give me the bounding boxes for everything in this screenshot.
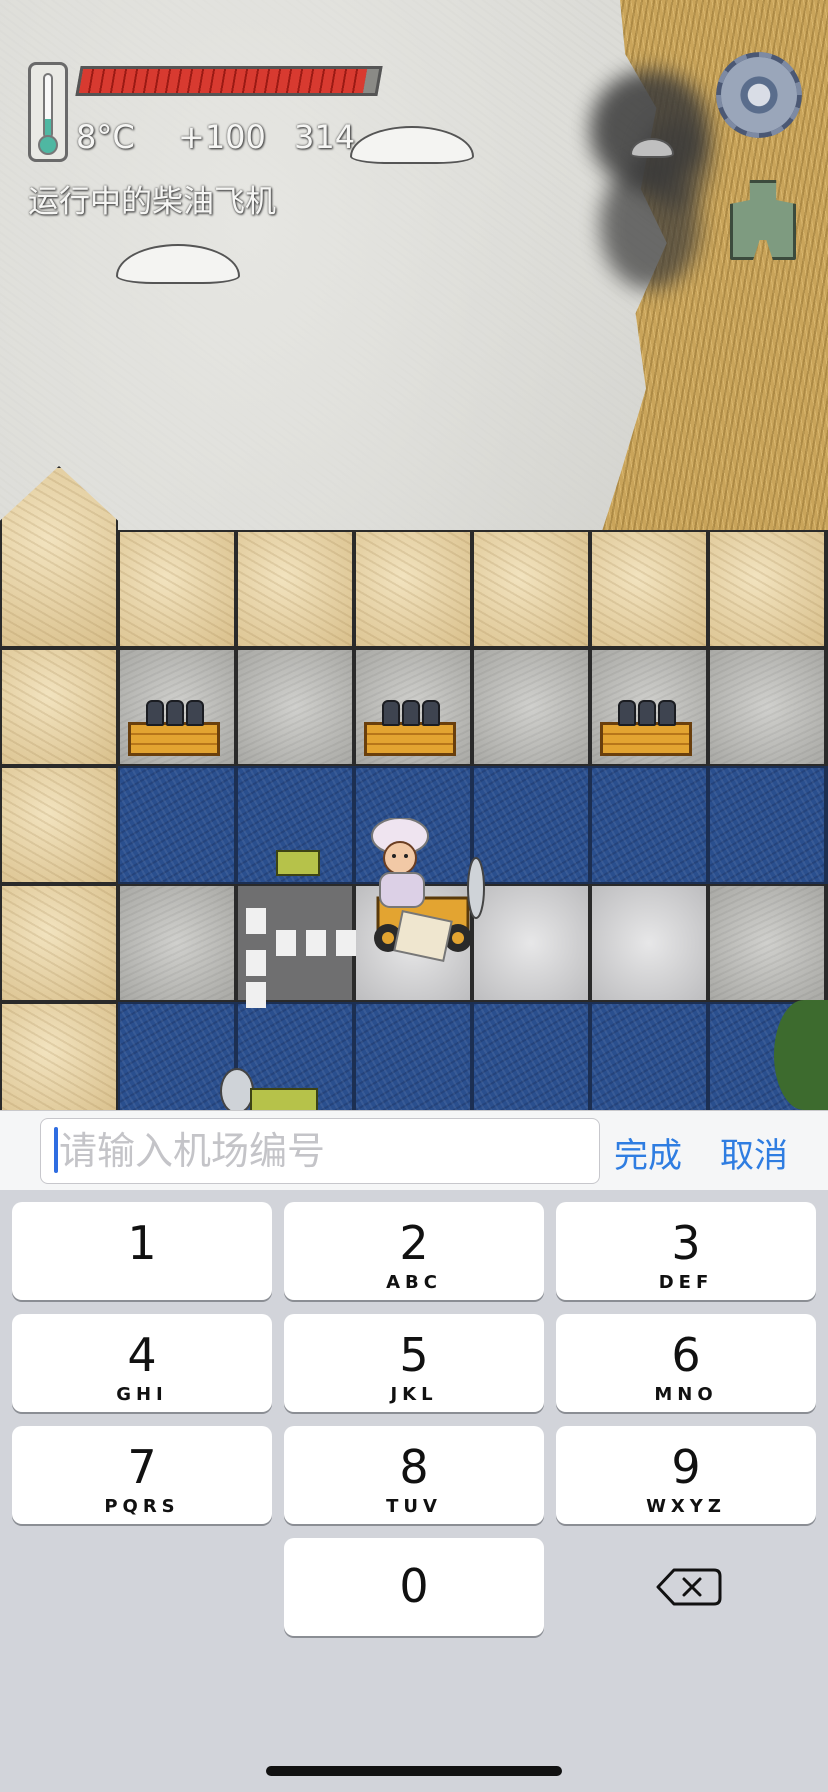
tile-sand[interactable] xyxy=(0,766,118,884)
tile-sand[interactable] xyxy=(118,530,236,648)
status-label: 运行中的柴油飞机 xyxy=(28,184,276,220)
tile-sand[interactable] xyxy=(0,884,118,1002)
tile-sand[interactable] xyxy=(590,530,708,648)
tile-stone[interactable] xyxy=(708,884,826,1002)
key-letters: MNO xyxy=(654,1384,718,1405)
fuel-canisters xyxy=(382,700,442,726)
fuel-crate[interactable] xyxy=(364,722,456,756)
key-letters: PQRS xyxy=(104,1496,180,1517)
stool xyxy=(276,850,320,876)
key-letters: WXYZ xyxy=(646,1496,726,1517)
health-bar xyxy=(75,66,383,96)
key-digit: 0 xyxy=(399,1559,429,1613)
tile-water[interactable] xyxy=(118,766,236,884)
key-letters: ABC xyxy=(386,1272,442,1293)
key-digit: 6 xyxy=(671,1328,701,1382)
tile-water[interactable] xyxy=(472,766,590,884)
tile-water[interactable] xyxy=(708,766,826,884)
fuel-crate[interactable] xyxy=(600,722,692,756)
runway-marking xyxy=(246,950,266,976)
tile-water[interactable] xyxy=(354,1002,472,1110)
fuel-crate[interactable] xyxy=(128,722,220,756)
key-letters: JKL xyxy=(390,1384,438,1405)
backspace-icon[interactable] xyxy=(556,1536,826,1634)
airport-code-input[interactable] xyxy=(40,1118,600,1184)
text-cursor xyxy=(54,1127,58,1173)
smoke-cloud xyxy=(640,120,710,210)
tile-sand[interactable] xyxy=(472,530,590,648)
key-digit: 5 xyxy=(399,1328,429,1382)
input-accessory-bar xyxy=(0,1110,828,1191)
key-digit: 2 xyxy=(399,1216,429,1270)
fuel-canisters xyxy=(618,700,678,726)
key-digit: 8 xyxy=(399,1440,429,1494)
score-readout: 314 xyxy=(294,118,356,156)
key-9[interactable]: 9 WXYZ xyxy=(556,1426,816,1524)
key-8[interactable]: 8 TUV xyxy=(284,1426,544,1524)
tile-stone[interactable] xyxy=(472,648,590,766)
done-button[interactable]: 完成 xyxy=(614,1128,682,1177)
tile-stone[interactable] xyxy=(118,884,236,1002)
fuel-canisters xyxy=(146,700,206,726)
gear-icon[interactable] xyxy=(716,52,802,138)
runway-marking xyxy=(246,982,266,1008)
bonus-readout: +100 xyxy=(178,118,266,156)
key-digit: 1 xyxy=(127,1216,157,1270)
health-bar-fill xyxy=(78,69,368,93)
key-7[interactable]: 7 PQRS xyxy=(12,1426,272,1524)
key-4[interactable]: 4 GHI xyxy=(12,1314,272,1412)
tile-sand[interactable] xyxy=(354,530,472,648)
tile-sand[interactable] xyxy=(236,530,354,648)
tile-runway[interactable] xyxy=(472,884,590,1002)
tile-sand[interactable] xyxy=(0,648,118,766)
vehicle-part xyxy=(250,1088,318,1110)
key-digit: 4 xyxy=(127,1328,157,1382)
key-letters: TUV xyxy=(386,1496,442,1517)
tile-water[interactable] xyxy=(472,1002,590,1110)
key-digit: 3 xyxy=(671,1216,701,1270)
key-6[interactable]: 6 MNO xyxy=(556,1314,816,1412)
temperature-readout: 8°C xyxy=(76,118,135,156)
key-letters: GHI xyxy=(116,1384,168,1405)
tile-sand[interactable] xyxy=(708,530,826,648)
key-3[interactable]: 3 DEF xyxy=(556,1202,816,1300)
tree xyxy=(774,1000,828,1110)
player-character[interactable] xyxy=(358,818,488,968)
thermometer-icon xyxy=(28,62,68,162)
key-letters: DEF xyxy=(658,1272,714,1293)
tile-stone[interactable] xyxy=(708,648,826,766)
tile-water[interactable] xyxy=(590,1002,708,1110)
tile-runway[interactable] xyxy=(590,884,708,1002)
key-2[interactable]: 2 ABC xyxy=(284,1202,544,1300)
key-digit: 7 xyxy=(127,1440,157,1494)
runway-marking xyxy=(306,930,326,956)
runway-marking xyxy=(246,908,266,934)
key-5[interactable]: 5 JKL xyxy=(284,1314,544,1412)
game-scene[interactable]: 8°C +100 314 运行中的柴油飞机 xyxy=(0,0,828,1110)
propeller xyxy=(220,1068,254,1110)
tile-sand[interactable] xyxy=(0,1002,118,1110)
key-1[interactable]: 1 xyxy=(12,1202,272,1300)
home-indicator xyxy=(266,1766,562,1776)
tile-water[interactable] xyxy=(118,1002,236,1110)
cancel-button[interactable]: 取消 xyxy=(720,1128,788,1177)
runway-marking xyxy=(276,930,296,956)
key-digit: 9 xyxy=(671,1440,701,1494)
key-0[interactable]: 0 xyxy=(284,1538,544,1636)
tile-water[interactable] xyxy=(590,766,708,884)
runway-marking xyxy=(336,930,356,956)
tile-stone[interactable] xyxy=(236,648,354,766)
